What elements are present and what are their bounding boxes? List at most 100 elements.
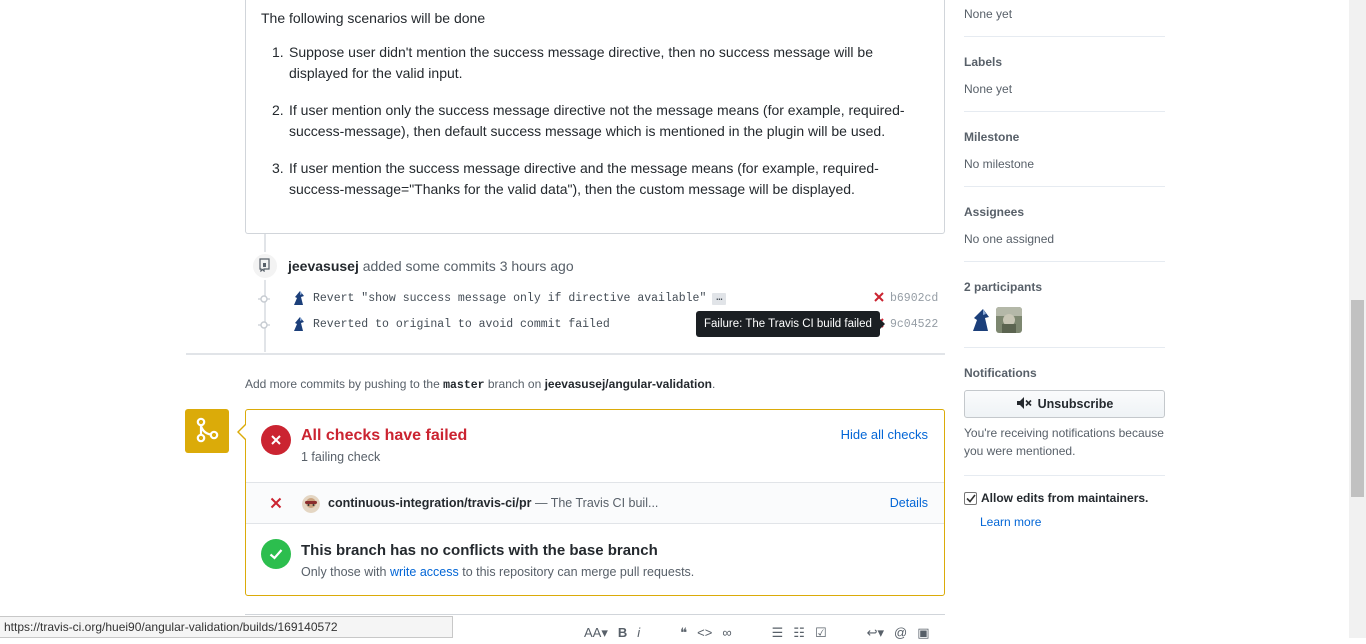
checks-subtitle: 1 failing check [301, 450, 381, 464]
author-avatar[interactable] [291, 316, 307, 332]
bookmark-icon[interactable]: ▣ [917, 625, 929, 641]
expand-message-button[interactable]: … [712, 293, 727, 305]
x-icon [270, 497, 282, 509]
timeline-divider [186, 353, 945, 355]
git-commit-icon [258, 293, 270, 305]
git-commit-icon [258, 319, 270, 331]
sidebar-reviewers: None yet [964, 0, 1165, 37]
check-desc-text: — The Travis CI buil... [531, 496, 659, 510]
italic-icon[interactable]: i [637, 625, 640, 641]
labels-heading[interactable]: Labels [964, 55, 1002, 69]
push-note-middle: branch on [487, 377, 542, 391]
allow-edits-checkbox[interactable]: Allow edits from maintainers. [964, 491, 1148, 505]
participants-heading: 2 participants [964, 280, 1043, 294]
travis-ci-avatar [302, 495, 320, 513]
text-size-icon[interactable]: AA▾ [584, 625, 608, 641]
sidebar-milestone: Milestone No milestone [964, 112, 1165, 187]
sidebar-assignees: Assignees No one assigned [964, 187, 1165, 262]
commit-row: Revert "show success message only if dir… [255, 289, 945, 309]
numbered-list-icon[interactable]: ☷ [793, 625, 805, 641]
scrollbar-thumb[interactable] [1351, 300, 1364, 497]
sidebar-labels: Labels None yet [964, 37, 1165, 112]
scenario-number: 1. [272, 44, 284, 60]
check-row: continuous-integration/travis-ci/pr — Th… [246, 482, 944, 524]
check-context: continuous-integration/travis-ci/pr [328, 496, 532, 510]
unsubscribe-label[interactable]: Unsubscribe [1038, 397, 1114, 411]
commit-time: 3 hours ago [499, 258, 574, 274]
code-icon[interactable]: <> [697, 625, 712, 641]
mention-icon[interactable]: @ [894, 625, 907, 641]
status-tooltip: Failure: The Travis CI build failed [696, 311, 885, 337]
toolbar-spacer [650, 625, 670, 641]
conflict-prefix: Only those with [301, 565, 387, 579]
participants-avatars [968, 307, 1022, 333]
failure-status-icon [261, 425, 291, 455]
description-intro: The following scenarios will be done [261, 10, 486, 26]
assignees-value: No one assigned [964, 232, 1055, 246]
git-merge-icon [194, 416, 220, 447]
commit-summary: jeevasusej added some commits 3 hours ag… [288, 258, 574, 274]
conflict-suffix: to this repository can merge pull reques… [462, 565, 695, 579]
participant-avatar[interactable] [968, 307, 994, 333]
participant-avatar[interactable] [996, 307, 1022, 333]
scenario-item: 1. Suppose user didn't mention the succe… [261, 42, 931, 84]
conflict-subtitle: Only those with write access to this rep… [301, 565, 694, 579]
checks-title: All checks have failed [301, 427, 468, 444]
x-icon[interactable] [872, 290, 886, 304]
push-note-prefix: Add more commits by pushing to the [245, 377, 440, 391]
learn-more-link[interactable]: Learn more [980, 515, 1041, 529]
commit-message[interactable]: Reverted to original to avoid commit fai… [313, 318, 610, 331]
assignees-heading[interactable]: Assignees [964, 205, 1024, 219]
link-icon[interactable]: ∞ [722, 625, 731, 641]
merge-status-icon-box [185, 409, 229, 453]
quote-icon[interactable]: ❝ [680, 625, 687, 641]
commit-sha-link[interactable]: 9c04522 [890, 318, 938, 331]
mute-icon [1016, 396, 1032, 413]
repo-push-icon [259, 257, 271, 275]
bullet-list-icon[interactable]: ☰ [772, 625, 784, 641]
hide-checks-link[interactable]: Hide all checks [841, 427, 928, 442]
notification-reason: You're receiving notifications because y… [964, 426, 1164, 458]
scenario-text: If user mention only the success message… [289, 102, 905, 139]
pr-description: The following scenarios will be done 1. … [245, 0, 945, 234]
scenario-item: 2. If user mention only the success mess… [261, 100, 931, 142]
scenario-number: 3. [272, 160, 284, 176]
reply-icon[interactable]: ↩▾ [867, 625, 884, 641]
scenario-text: Suppose user didn't mention the success … [289, 44, 873, 81]
push-note-suffix: . [712, 377, 716, 391]
browser-status-url: https://travis-ci.org/huei90/angular-val… [0, 616, 453, 638]
allow-edits-label[interactable]: Allow edits from maintainers. [981, 491, 1148, 505]
scenario-number: 2. [272, 102, 284, 118]
branch-name: master [443, 379, 485, 392]
labels-value: None yet [964, 82, 1013, 96]
check-success-icon [261, 539, 291, 569]
author-avatar[interactable] [291, 290, 307, 306]
commit-group-badge [251, 252, 279, 280]
bold-icon[interactable]: B [618, 625, 627, 641]
sidebar-participants: 2 participants [964, 262, 1165, 348]
toolbar-spacer [837, 625, 857, 641]
scenario-item: 3. If user mention the success message d… [261, 158, 931, 200]
notifications-heading: Notifications [964, 366, 1037, 380]
milestone-value: No milestone [964, 157, 1035, 171]
commit-author-link[interactable]: jeevasusej [288, 258, 359, 274]
push-note: Add more commits by pushing to the maste… [245, 377, 715, 392]
conflict-title: This branch has no conflicts with the ba… [301, 542, 658, 559]
checkbox[interactable] [964, 491, 977, 505]
editor-toolbar: AA▾ B i ❝ <> ∞ ☰ ☷ ☑ ↩▾ @ ▣ [584, 625, 930, 641]
page-scrollbar[interactable] [1349, 0, 1366, 638]
unsubscribe-button[interactable]: Unsubscribe [964, 390, 1165, 418]
scenario-text: If user mention the success message dire… [289, 160, 879, 197]
commit-action: added some commits [362, 258, 496, 274]
write-access-link[interactable]: write access [390, 565, 459, 579]
milestone-heading[interactable]: Milestone [964, 130, 1019, 144]
merge-status-box: All checks have failed 1 failing check H… [237, 409, 945, 596]
commit-message[interactable]: Revert "show success message only if dir… [313, 292, 706, 305]
commit-sha-link[interactable]: b6902cd [890, 292, 938, 305]
commit-message-link[interactable]: Revert "show success message only if dir… [313, 292, 727, 305]
check-description: continuous-integration/travis-ci/pr — Th… [328, 496, 658, 510]
reviewers-value: None yet [964, 7, 1013, 21]
scenario-list: 1. Suppose user didn't mention the succe… [261, 42, 931, 216]
task-list-icon[interactable]: ☑ [815, 625, 827, 641]
check-details-link[interactable]: Details [890, 496, 928, 510]
